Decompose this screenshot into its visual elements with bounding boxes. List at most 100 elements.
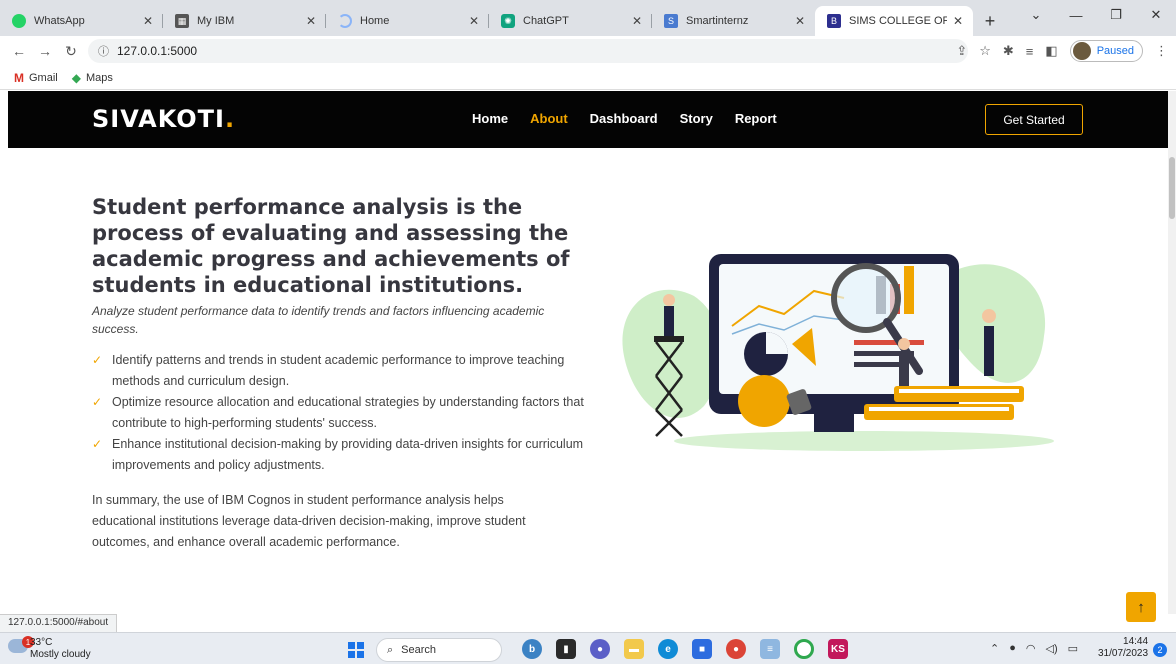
side-panel-icon[interactable]: ◧: [1045, 43, 1057, 59]
summary-text: In summary, the use of IBM Cognos in stu…: [92, 493, 526, 549]
start-button[interactable]: [348, 642, 364, 658]
chevron-up-icon[interactable]: ⌃: [990, 642, 999, 655]
file-explorer-icon[interactable]: ▬: [624, 639, 644, 659]
browser-tab-strip: WhatsApp ✕ ▦ My IBM ✕ Home ✕ ✺ ChatGPT ✕…: [0, 0, 1176, 36]
close-window-button[interactable]: ✕: [1136, 7, 1176, 23]
info-icon[interactable]: ⓘ: [98, 43, 109, 59]
bookmark-label: Gmail: [29, 71, 58, 84]
tab-title: Smartinternz: [686, 15, 749, 27]
site-nav: Home About Dashboard Story Report: [472, 111, 777, 126]
check-icon: ✓: [92, 395, 103, 409]
notification-badge[interactable]: 2: [1153, 643, 1167, 657]
store-icon[interactable]: ■: [692, 639, 712, 659]
system-tray: ⌃ ● ◠ ◁) ▭: [990, 642, 1078, 655]
status-url-bubble: 127.0.0.1:5000/#about: [0, 614, 118, 632]
tab-my-ibm[interactable]: ▦ My IBM ✕: [163, 6, 326, 36]
avatar: [1072, 42, 1091, 60]
check-icon: ✓: [92, 437, 103, 451]
tab-chatgpt[interactable]: ✺ ChatGPT ✕: [489, 6, 652, 36]
bookmark-star-icon[interactable]: ☆: [979, 43, 991, 59]
bookmark-gmail[interactable]: M Gmail: [14, 71, 58, 85]
ibm-icon: ▦: [175, 14, 189, 28]
notepad-icon[interactable]: ≡: [760, 639, 780, 659]
bookmarks-bar: M Gmail ◆ Maps: [0, 66, 1176, 90]
circle-app-icon[interactable]: [794, 639, 814, 659]
tab-title: WhatsApp: [34, 15, 85, 27]
close-tab-icon[interactable]: ✕: [469, 14, 479, 28]
share-icon[interactable]: ⇪: [956, 43, 967, 59]
tab-whatsapp[interactable]: WhatsApp ✕: [0, 6, 163, 36]
extensions-icon[interactable]: ✱: [1003, 43, 1014, 59]
nav-dashboard[interactable]: Dashboard: [590, 111, 658, 126]
back-icon[interactable]: ←: [8, 43, 30, 59]
list-item: ✓ Identify patterns and trends in student…: [92, 350, 592, 392]
chrome-icon[interactable]: ●: [726, 639, 746, 659]
reading-list-icon[interactable]: ≡: [1026, 44, 1034, 59]
toolbar-actions: ⇪ ☆ ✱ ≡ ◧ Paused ⋮: [956, 39, 1168, 63]
sims-icon: B: [827, 14, 841, 28]
forward-icon[interactable]: →: [34, 43, 56, 59]
site-header: SIVAKOTI. Home About Dashboard Story Rep…: [8, 91, 1168, 148]
nav-report[interactable]: Report: [735, 111, 777, 126]
browser-toolbar: ← → ↻ ⓘ 127.0.0.1:5000 ⇪ ☆ ✱ ≡ ◧ Paused …: [0, 36, 1176, 66]
restore-button[interactable]: ❐: [1096, 7, 1136, 23]
ks-app-icon[interactable]: KS: [828, 639, 848, 659]
tab-title: Home: [360, 15, 390, 27]
volume-icon[interactable]: ◁): [1045, 642, 1057, 655]
nav-story[interactable]: Story: [680, 111, 713, 126]
battery-icon[interactable]: ▭: [1068, 642, 1078, 655]
gmail-icon: M: [14, 70, 24, 85]
url-text: 127.0.0.1:5000: [117, 44, 198, 58]
search-icon: ⌕: [387, 643, 394, 656]
whatsapp-icon: [12, 14, 26, 28]
wifi-icon[interactable]: ◠: [1026, 642, 1036, 655]
site-logo[interactable]: SIVAKOTI.: [92, 105, 235, 133]
list-item: ✓ Enhance institutional decision-making b…: [92, 434, 592, 476]
reload-icon[interactable]: ↻: [60, 43, 82, 60]
close-tab-icon[interactable]: ✕: [306, 14, 316, 28]
profile-button[interactable]: Paused: [1069, 40, 1143, 62]
task-view-icon[interactable]: ▮: [556, 639, 576, 659]
nav-home[interactable]: Home: [472, 111, 508, 126]
check-icon: ✓: [92, 353, 103, 367]
chatgpt-icon: ✺: [501, 14, 515, 28]
close-tab-icon[interactable]: ✕: [953, 14, 963, 28]
tab-sims-college[interactable]: B SIMS COLLEGE OF LIFE SCIE ✕: [815, 6, 973, 36]
menu-kebab-icon[interactable]: ⋮: [1155, 43, 1168, 59]
close-tab-icon[interactable]: ✕: [143, 14, 153, 28]
search-label: Search: [401, 644, 437, 656]
analytics-illustration: [622, 254, 1054, 451]
list-item: ✓ Optimize resource allocation and educat…: [92, 392, 592, 434]
page-title: Student performance analysis is the proc…: [92, 195, 570, 297]
maps-icon: ◆: [71, 70, 81, 85]
weather-temp: 33°C: [30, 637, 53, 648]
taskbar-search[interactable]: ⌕ Search: [376, 638, 502, 662]
weather-widget[interactable]: 33°C Mostly cloudy: [30, 637, 91, 661]
address-bar[interactable]: ⓘ 127.0.0.1:5000: [88, 39, 968, 63]
tab-home[interactable]: Home ✕: [326, 6, 489, 36]
scrollbar-thumb[interactable]: [1169, 157, 1175, 219]
bookmark-maps[interactable]: ◆ Maps: [72, 71, 113, 85]
tab-title: ChatGPT: [523, 15, 569, 27]
edge-icon[interactable]: e: [658, 639, 678, 659]
tab-smartinternz[interactable]: S Smartinternz ✕: [652, 6, 815, 36]
close-tab-icon[interactable]: ✕: [632, 14, 642, 28]
close-tab-icon[interactable]: ✕: [795, 14, 805, 28]
tab-title: SIMS COLLEGE OF LIFE SCIE: [849, 15, 947, 27]
copilot-icon[interactable]: b: [522, 639, 542, 659]
feature-list: ✓ Identify patterns and trends in student…: [92, 350, 592, 476]
chat-icon[interactable]: ●: [590, 639, 610, 659]
get-started-button[interactable]: Get Started: [985, 104, 1083, 135]
scroll-to-top-button[interactable]: ↑: [1126, 592, 1156, 622]
minimize-button[interactable]: —: [1056, 8, 1096, 23]
nav-about[interactable]: About: [530, 111, 568, 126]
tab-title: My IBM: [197, 15, 235, 27]
windows-taskbar: 1 33°C Mostly cloudy ⌕ Search b ▮ ● ▬ e …: [0, 632, 1176, 664]
home-loading-icon: [338, 14, 352, 28]
new-tab-button[interactable]: +: [977, 6, 1003, 36]
network-app-icon[interactable]: ●: [1009, 642, 1016, 655]
tab-search-icon[interactable]: ⌄: [1016, 7, 1056, 23]
page-scrollbar[interactable]: [1168, 91, 1176, 614]
clock[interactable]: 14:44 31/07/2023: [1098, 636, 1148, 660]
window-controls: ⌄ — ❐ ✕: [1016, 0, 1176, 30]
